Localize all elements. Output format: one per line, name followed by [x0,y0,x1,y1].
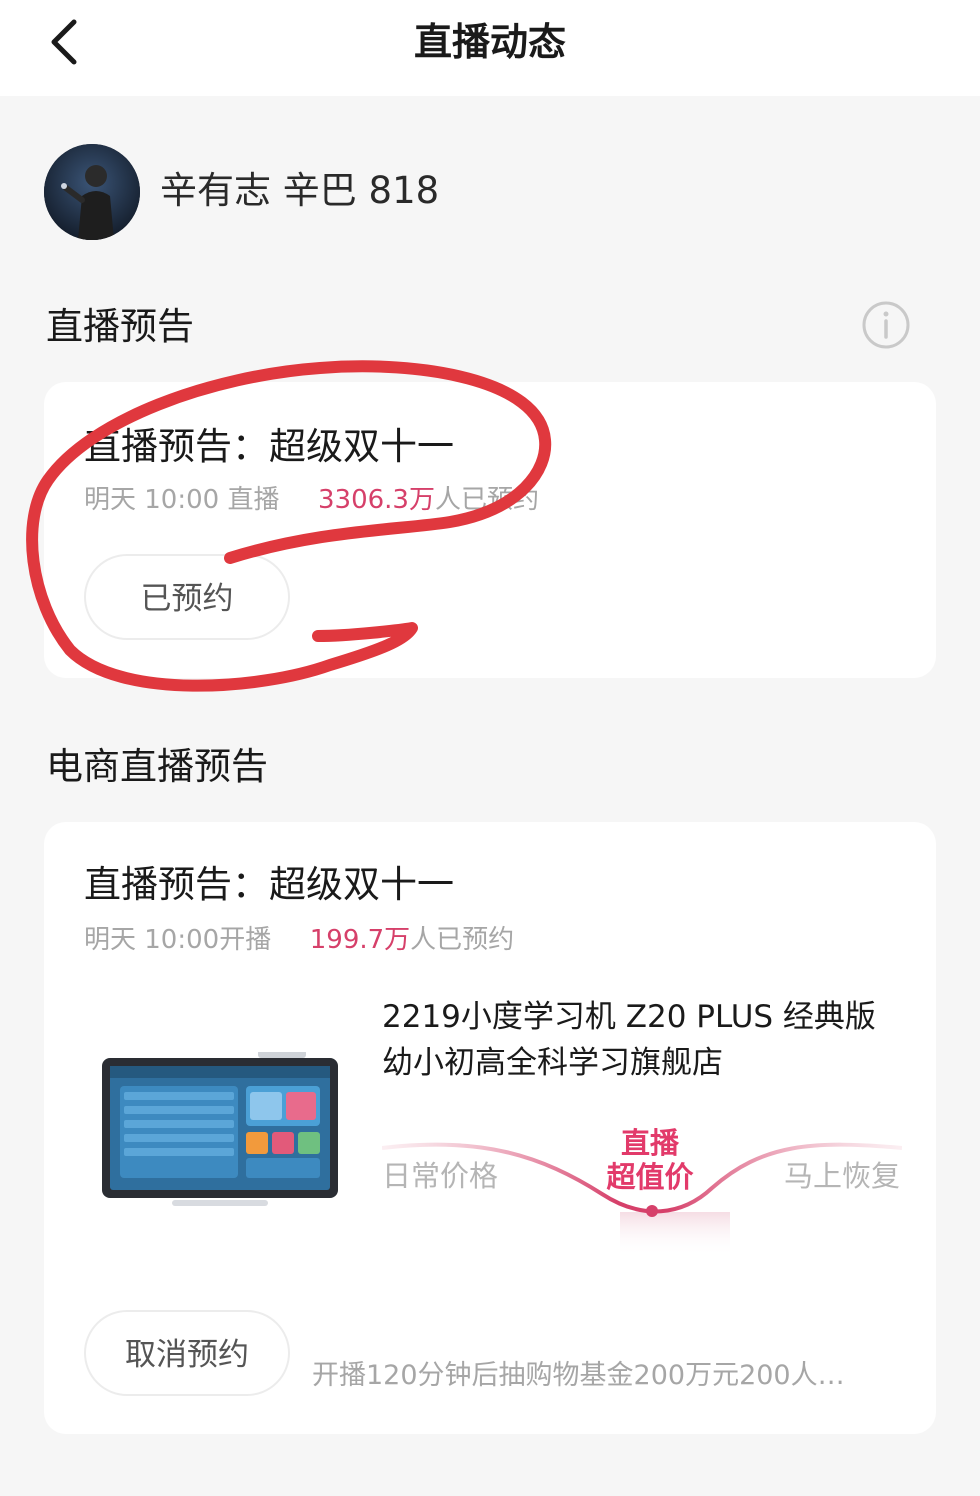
ecommerce-reservation-count: 199.7万 [309,925,411,955]
product-name[interactable]: 2219小度学习机 Z20 PLUS 经典版 幼小初高全科学习旗舰店 [382,994,902,1086]
live-preview-card: 直播预告：超级双十一 明天 10:00 直播 3306.3万人已预约 已预约 [44,382,936,678]
live-preview-meta: 明天 10:00 直播 3306.3万人已预约 [84,481,539,519]
regular-price-label: 日常价格 [382,1159,499,1193]
restore-price-label: 马上恢复 [784,1159,901,1193]
live-time: 明天 10:00 直播 [84,485,280,515]
ecommerce-live-time: 明天 10:00开播 [84,925,272,955]
reservation-count: 3306.3万 [318,485,435,515]
top-bar: 直播动态 [0,0,980,96]
reserved-button[interactable]: 已预约 [84,554,290,640]
price-trend-graphic: 日常价格 直播 超值价 马上恢复 [382,1116,902,1266]
cancel-reservation-button[interactable]: 取消预约 [84,1310,290,1396]
live-price-label-line1: 直播 [620,1126,679,1160]
ecommerce-reservation-suffix: 人已预约 [410,925,515,955]
live-price-label-line2: 超值价 [606,1160,694,1194]
live-preview-card-title: 直播预告：超级双十一 [84,425,454,468]
ecommerce-meta: 明天 10:00开播 199.7万人已预约 [84,921,514,959]
live-price-label: 直播 超值价 [594,1126,706,1194]
info-icon[interactable] [861,300,911,350]
promo-text: 开播120分钟后抽购物基金200万元200人… [312,1360,845,1391]
host-info[interactable]: 辛有志 辛巴 818 [44,144,944,240]
avatar[interactable] [44,144,140,240]
product-name-line2: 幼小初高全科学习旗舰店 [382,1045,723,1081]
ecommerce-card-title: 直播预告：超级双十一 [84,863,454,906]
product-image[interactable] [100,1050,340,1212]
ecommerce-section-title: 电商直播预告 [46,745,268,788]
live-preview-section-title: 直播预告 [46,305,194,348]
host-name[interactable]: 辛有志 辛巴 818 [160,166,439,216]
product-name-line1: 2219小度学习机 Z20 PLUS 经典版 [382,999,876,1035]
reservation-suffix: 人已预约 [434,485,539,515]
ecommerce-preview-card: 直播预告：超级双十一 明天 10:00开播 199.7万人已预约 2219小度学… [44,822,936,1434]
page-title: 直播动态 [413,20,566,64]
